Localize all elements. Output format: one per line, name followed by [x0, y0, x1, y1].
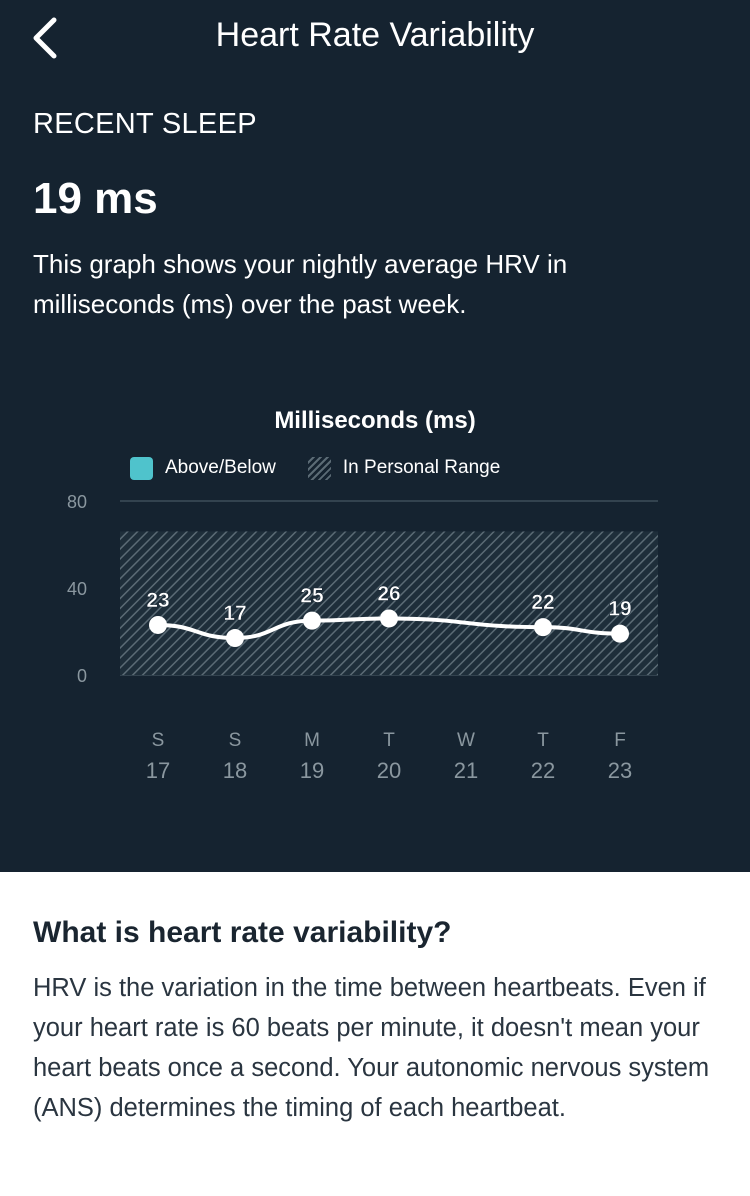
legend-label-above-below: Above/Below — [165, 457, 276, 478]
hrv-info-section: What is heart rate variability? HRV is t… — [0, 872, 750, 1196]
data-label: 25 — [300, 585, 324, 608]
legend-label-personal-range: In Personal Range — [342, 457, 501, 478]
data-point — [611, 624, 629, 643]
legend-hatch-swatch-icon — [307, 456, 331, 480]
y-tick-label: 80 — [67, 492, 87, 512]
chart-legend: Above/Below In Personal Range — [130, 454, 500, 482]
y-tick-label: 0 — [77, 666, 87, 686]
info-heading: What is heart rate variability? — [33, 916, 452, 949]
data-label: 22 — [531, 591, 554, 614]
x-tick-weekday: S — [229, 730, 242, 751]
x-tick-weekday: F — [614, 730, 626, 751]
x-tick-day: 21 — [454, 758, 478, 783]
data-point — [303, 611, 321, 630]
data-point — [149, 615, 167, 634]
data-point — [380, 609, 398, 628]
x-tick-day: 19 — [300, 758, 324, 783]
chart-title: Milliseconds (ms) — [274, 407, 476, 434]
y-tick-label: 40 — [67, 579, 87, 599]
x-tick-day: 18 — [223, 758, 247, 783]
x-tick-weekday: T — [383, 730, 395, 751]
legend-teal-swatch-icon — [130, 456, 153, 480]
x-tick-weekday: T — [537, 730, 549, 751]
data-label: 26 — [377, 582, 400, 605]
data-point — [226, 629, 244, 648]
x-tick-weekday: M — [304, 730, 320, 751]
hrv-line-chart: 23 17 25 26 22 19 0 40 80 S 17 S 18 M 19 T 20 W 21 T 22 F 23 — [67, 492, 658, 783]
x-tick-day: 17 — [146, 758, 170, 783]
x-tick-day: 23 — [608, 758, 632, 783]
section-label: RECENT SLEEP — [33, 108, 257, 140]
x-tick-weekday: S — [152, 730, 165, 751]
page-title: Heart Rate Variability — [215, 16, 535, 54]
data-label: 19 — [608, 598, 631, 621]
data-point — [534, 618, 552, 637]
x-tick-day: 20 — [377, 758, 401, 783]
hrv-metric-value: 19 ms — [33, 174, 158, 223]
hrv-summary-panel: Heart Rate Variability RECENT SLEEP 19 m… — [0, 0, 750, 872]
data-label: 17 — [223, 602, 246, 625]
x-tick-day: 22 — [531, 758, 555, 783]
info-body: HRV is the variation in the time between… — [33, 974, 710, 1122]
x-tick-weekday: W — [457, 730, 475, 751]
data-label: 23 — [146, 589, 169, 612]
graph-description: This graph shows your nightly average HR… — [33, 249, 568, 319]
